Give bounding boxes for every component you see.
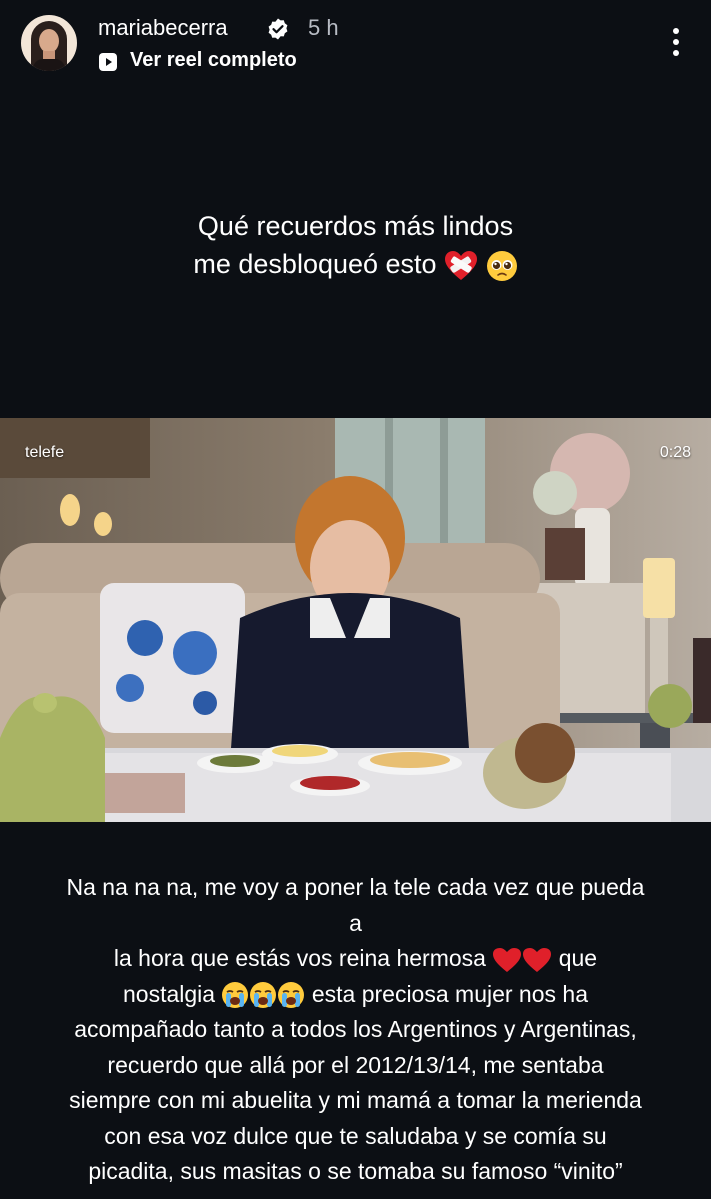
caption-line: esta preciosa mujer nos ha [311,980,588,1007]
crying-face-emoji [222,982,249,1009]
caption-line: nostalgia [122,980,216,1007]
post-time: 5 h [308,15,339,40]
story-caption-top: Qué recuerdos más lindos me desbloqueó e… [0,207,711,283]
red-heart-emoji [523,947,552,972]
caption-line: recuerdo que allá por el 2012/13/14, me … [107,1051,604,1078]
video-frame-illustration [0,418,711,822]
caption-line: picadita, sus masitas o se tomaba su fam… [88,1158,623,1184]
mending-heart-emoji [445,250,478,280]
caption-line: Qué recuerdos más lindos [197,211,514,241]
caption-line: me desbloqueó esto [193,249,437,279]
view-full-reel-link[interactable]: Ver reel completo [130,49,297,72]
crying-face-emoji [278,982,305,1009]
more-options-icon[interactable] [664,26,688,58]
caption-line: Na na na na, me voy a poner la tele cada… [66,874,645,936]
verified-badge-icon [268,18,288,40]
reel-video-preview[interactable]: telefe 0:28 [0,418,711,822]
caption-line: siempre con mi abuelita y mi mamá a toma… [69,1087,642,1113]
caption-line: acompañado tanto a todos los Argentinos … [74,1016,637,1042]
red-heart-emoji [493,947,522,972]
reel-play-icon [99,53,117,71]
pleading-face-emoji [486,250,517,281]
channel-label: telefe [25,444,65,461]
caption-line: la hora que estás vos reina hermosa [113,945,486,971]
caption-line: con esa voz dulce que te saludaba y se c… [104,1122,607,1149]
story-caption-bottom: Na na na na, me voy a poner la tele cada… [60,870,651,1190]
crying-face-emoji [250,982,277,1009]
caption-line: que [558,945,598,971]
video-duration: 0:28 [659,444,691,461]
avatar[interactable] [21,15,77,71]
username[interactable]: mariabecerra [98,15,228,41]
